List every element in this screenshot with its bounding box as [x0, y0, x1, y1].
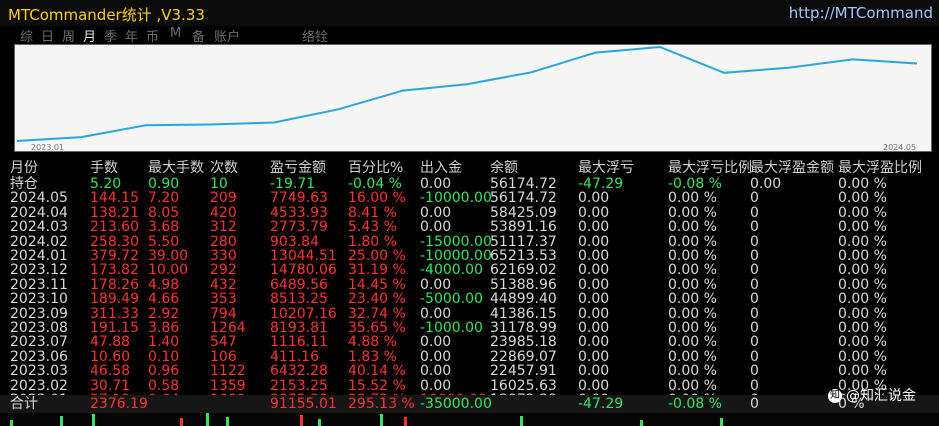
volume-strip — [0, 413, 939, 426]
tab-3[interactable]: 月 — [83, 26, 96, 45]
watermark: 知 @知汇说金 — [828, 385, 916, 405]
column-header-3[interactable]: 次数 — [210, 160, 238, 176]
total-cell: 91155.01 — [270, 396, 337, 412]
volume-bar — [180, 418, 183, 426]
tab-5[interactable]: 年 — [125, 26, 138, 45]
volume-bar — [206, 413, 209, 426]
header-url-link[interactable]: http://MTCommand — [789, 4, 933, 22]
total-cell: -35000.00 — [420, 396, 492, 412]
table-header-row: 月份 手数 最大手数 次数 盈亏金额 百分比% 出入金 余额 最大浮亏 最大浮亏比例 最大浮盈金额最… — [0, 160, 939, 176]
column-header-2[interactable]: 最大手数 — [148, 160, 204, 176]
column-header-1[interactable]: 手数 — [90, 160, 118, 176]
column-header-0[interactable]: 月份 — [10, 160, 38, 176]
total-cell: -0.08 % — [668, 396, 722, 412]
column-header-6[interactable]: 出入金 — [420, 160, 462, 176]
title-bar: MTCommander统计 ,V3.33 http://MTCommand — [0, 0, 939, 26]
volume-bar — [318, 419, 321, 426]
zhihu-icon: 知 — [828, 389, 842, 403]
tab-0[interactable]: 综 — [20, 26, 33, 45]
tab-1[interactable]: 日 — [41, 26, 54, 45]
column-header-11[interactable]: 最大浮盈比例 — [838, 160, 922, 176]
total-cell: 2376.19 — [90, 396, 148, 412]
tab-8[interactable]: 备 — [192, 26, 205, 45]
volume-bar — [226, 417, 229, 426]
volume-bar — [404, 417, 407, 426]
tab-7[interactable]: M — [170, 26, 181, 41]
total-cell: 合计 — [10, 396, 38, 412]
volume-bar — [300, 415, 303, 426]
column-header-5[interactable]: 百分比% — [348, 160, 403, 176]
total-cell: 295.13 % — [348, 396, 415, 412]
balance-series-line — [16, 45, 918, 142]
tab-9[interactable]: 账户 — [214, 26, 240, 45]
tab-10[interactable]: 络铨 — [302, 26, 328, 45]
x-tick-label-start: 2023.01 — [31, 143, 65, 152]
volume-bar — [720, 418, 723, 426]
column-header-8[interactable]: 最大浮亏 — [578, 160, 634, 176]
watermark-text: @知汇说金 — [846, 388, 916, 404]
column-header-7[interactable]: 余额 — [490, 160, 518, 176]
balance-chart: 2023.01 2024.05 — [14, 44, 932, 152]
volume-bar — [60, 416, 63, 426]
total-row: 合计 2376.19 91155.01 295.13 % -35000.00 -47.29… — [0, 395, 939, 413]
volume-bar — [380, 414, 383, 426]
column-header-4[interactable]: 盈亏金额 — [270, 160, 326, 176]
volume-bar — [92, 414, 95, 426]
x-tick-label-end: 2024.05 — [883, 143, 917, 152]
tab-4[interactable]: 季 — [104, 26, 117, 45]
tab-2[interactable]: 周 — [62, 26, 75, 45]
column-header-10[interactable]: 最大浮盈金额 — [750, 160, 834, 176]
total-cell: -47.29 — [578, 396, 624, 412]
volume-bar — [10, 420, 13, 426]
volume-bar — [640, 420, 643, 426]
balance-line-chart — [16, 45, 918, 142]
tab-6[interactable]: 币 — [146, 26, 159, 45]
volume-bar — [520, 416, 523, 426]
total-cell: 0 — [750, 396, 759, 412]
column-header-9[interactable]: 最大浮亏比例 — [668, 160, 752, 176]
window-title: MTCommander统计 ,V3.33 — [8, 6, 205, 24]
